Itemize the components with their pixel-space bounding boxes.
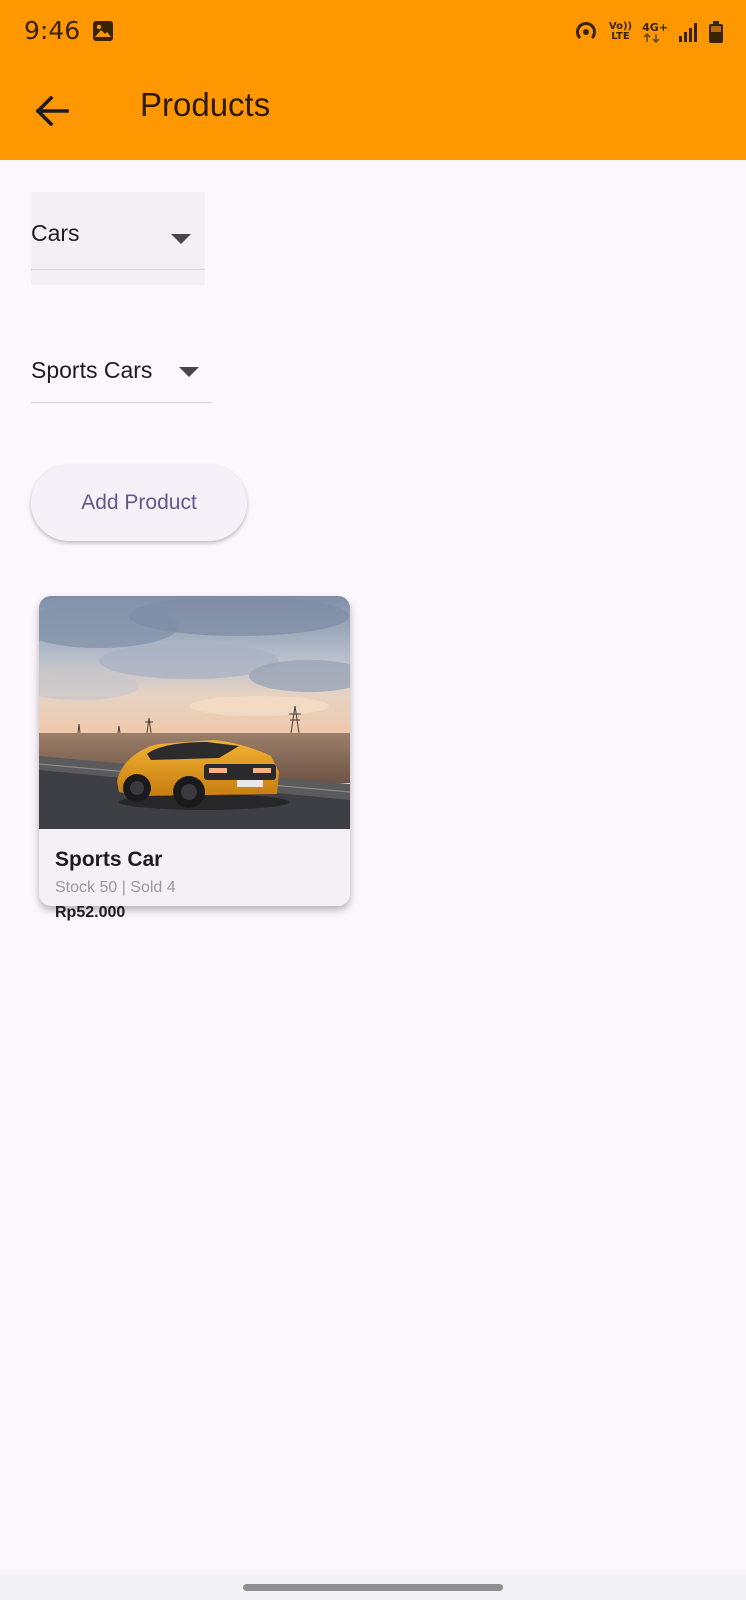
- product-image: [39, 596, 350, 829]
- arrow-left-icon: [35, 96, 69, 126]
- data-arrows-icon: [642, 32, 668, 43]
- app-bar: Products: [0, 62, 746, 160]
- category-dropdown-field: Cars: [31, 192, 205, 270]
- battery-icon: [708, 20, 724, 44]
- status-time: 9:46: [24, 16, 81, 45]
- product-stock-sold: Stock 50 | Sold 4: [55, 879, 176, 896]
- page-title: Products: [140, 86, 271, 123]
- product-name: Sports Car: [55, 848, 163, 871]
- back-button[interactable]: [22, 81, 82, 141]
- volte-icon: Vo)) LTE: [609, 22, 632, 42]
- status-icons: Vo)) LTE 4G+: [573, 18, 724, 46]
- hotspot-icon: [573, 19, 599, 45]
- dropdown-arrow-icon: [179, 367, 199, 377]
- category-dropdown[interactable]: Cars: [31, 192, 205, 285]
- status-bar: 9:46 Vo)) LTE 4G+: [0, 0, 746, 62]
- category-dropdown-value: Cars: [31, 220, 80, 246]
- dropdown-arrow-icon: [171, 234, 191, 244]
- gallery-icon: [92, 20, 114, 42]
- system-nav-bar: [0, 1574, 746, 1600]
- network-label: 4G+: [642, 20, 668, 34]
- product-card[interactable]: Sports Car Stock 50 | Sold 4 Rp52.000: [39, 596, 350, 921]
- subcategory-dropdown-value: Sports Cars: [31, 357, 153, 383]
- volte-bottom-label: LTE: [611, 31, 630, 42]
- signal-icon: [678, 21, 698, 43]
- home-indicator[interactable]: [243, 1584, 503, 1591]
- subcategory-dropdown[interactable]: Sports Cars: [31, 345, 212, 403]
- product-price: Rp52.000: [55, 904, 126, 921]
- network-4g-icon: 4G+: [642, 22, 668, 43]
- add-product-button[interactable]: Add Product: [31, 465, 247, 541]
